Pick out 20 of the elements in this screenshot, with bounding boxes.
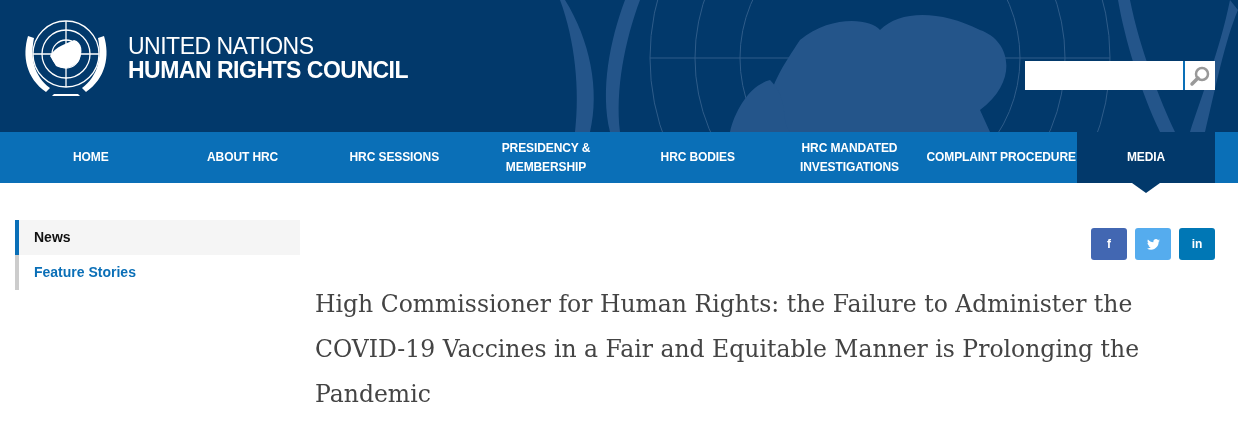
nav-tab[interactable]: ABOUT HRC [166, 132, 319, 183]
nav-tab[interactable]: HRC MANDATED INVESTIGATIONS [773, 132, 926, 183]
linkedin-share-button[interactable]: in [1179, 228, 1215, 260]
search-button[interactable] [1185, 61, 1215, 90]
search-icon [1189, 64, 1211, 87]
sidebar-item[interactable]: News [15, 220, 300, 255]
selected-tab-pointer [1132, 183, 1161, 193]
nav-tab[interactable]: HRC SESSIONS [318, 132, 471, 183]
nav-tab[interactable]: PRESIDENCY & MEMBERSHIP [470, 132, 622, 183]
facebook-share-button[interactable]: f [1091, 228, 1127, 260]
search-field[interactable] [1025, 61, 1185, 90]
bird-icon [1146, 238, 1160, 250]
nav-tab[interactable]: HOME [15, 132, 167, 183]
sidebar-item[interactable]: Feature Stories [15, 255, 300, 290]
twitter-share-button[interactable] [1135, 228, 1171, 260]
nav-tab[interactable]: HRC BODIES [621, 132, 774, 183]
nav-tab[interactable]: COMPLAINT PROCEDURE [925, 132, 1078, 183]
logo-subtitle: HUMAN RIGHTS COUNCIL [128, 58, 409, 82]
logo-title: UNITED NATIONS [128, 34, 315, 58]
article-title: High Commissioner for Human Rights: the Failure to Administer the COVID-19 Vaccines in a Fair and Equitable Manner is Prolonging the Pandemic [315, 289, 1141, 410]
